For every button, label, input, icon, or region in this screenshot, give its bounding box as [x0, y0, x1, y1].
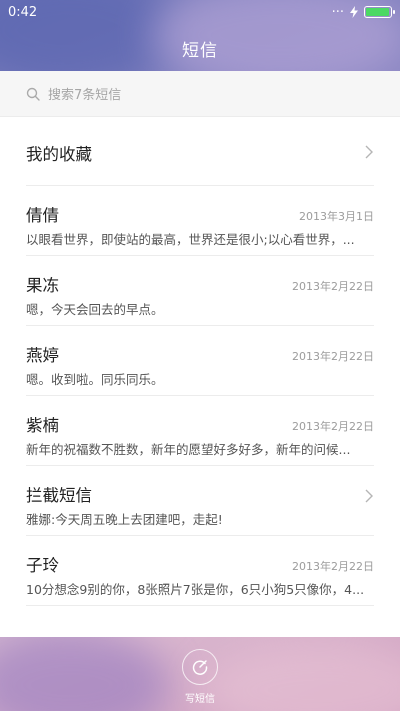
chevron-right-icon: [365, 145, 373, 159]
blocked-messages-row[interactable]: 拦截短信 雅娜:今天周五晚上去团建吧，走起!: [26, 466, 374, 536]
favorites-row[interactable]: 我的收藏: [26, 117, 374, 186]
contact-name: 燕婷: [26, 346, 59, 365]
favorites-label: 我的收藏: [26, 145, 92, 164]
contact-name: 子玲: [26, 556, 59, 575]
blocked-label: 拦截短信: [26, 486, 92, 505]
compose-button[interactable]: [182, 649, 218, 685]
contact-name: 倩倩: [26, 206, 59, 225]
message-date: 2013年2月22日: [292, 350, 374, 363]
message-date: 2013年3月1日: [299, 210, 374, 223]
message-list-panel: 搜索7条短信 我的收藏 倩倩 2013年3月1日 以眼看世界，即使站的最高，世界…: [0, 71, 400, 637]
battery-fill: [366, 8, 389, 16]
search-placeholder: 搜索7条短信: [48, 88, 122, 103]
conversation-row[interactable]: 燕婷 2013年2月22日 嗯。收到啦。同乐同乐。: [26, 326, 374, 396]
search-bar[interactable]: 搜索7条短信: [0, 71, 400, 117]
status-time: 0:42: [8, 4, 38, 20]
compose-icon: [192, 660, 208, 675]
message-preview: 嗯，今天会回去的早点。: [26, 302, 164, 317]
message-preview: 新年的祝福数不胜数，新年的愿望好多好多，新年的问候...: [26, 442, 351, 457]
conversation-row[interactable]: 果冻 2013年2月22日 嗯，今天会回去的早点。: [26, 256, 374, 326]
message-date: 2013年2月22日: [292, 280, 374, 293]
contact-name: 果冻: [26, 276, 59, 295]
battery-icon: [364, 6, 395, 18]
message-preview: 以眼看世界，即使站的最高，世界还是很小;以心看世界，...: [26, 232, 355, 247]
message-preview: 嗯。收到啦。同乐同乐。: [26, 372, 164, 387]
message-preview: 雅娜:今天周五晚上去团建吧，走起!: [26, 512, 223, 527]
contact-name: 紫楠: [26, 416, 59, 435]
page-title: 短信: [182, 40, 218, 61]
message-date: 2013年2月22日: [292, 560, 374, 573]
chevron-right-icon: [365, 489, 373, 503]
bottom-bar: 写短信: [0, 637, 400, 711]
more-icon: ···: [331, 4, 344, 20]
message-date: 2013年2月22日: [292, 420, 374, 433]
conversation-row[interactable]: 倩倩 2013年3月1日 以眼看世界，即使站的最高，世界还是很小;以心看世界，.…: [26, 186, 374, 256]
charging-icon: [350, 6, 358, 18]
conversation-row[interactable]: 子玲 2013年2月22日 10分想念9别的你，8张照片7张是你，6只小狗5只像…: [26, 536, 374, 606]
compose-label: 写短信: [185, 694, 215, 705]
search-icon: [26, 87, 40, 101]
message-preview: 10分想念9别的你，8张照片7张是你，6只小狗5只像你，4...: [26, 582, 365, 597]
conversation-row[interactable]: 紫楠 2013年2月22日 新年的祝福数不胜数，新年的愿望好多好多，新年的问候.…: [26, 396, 374, 466]
status-bar: 0:42 ···: [0, 0, 400, 24]
